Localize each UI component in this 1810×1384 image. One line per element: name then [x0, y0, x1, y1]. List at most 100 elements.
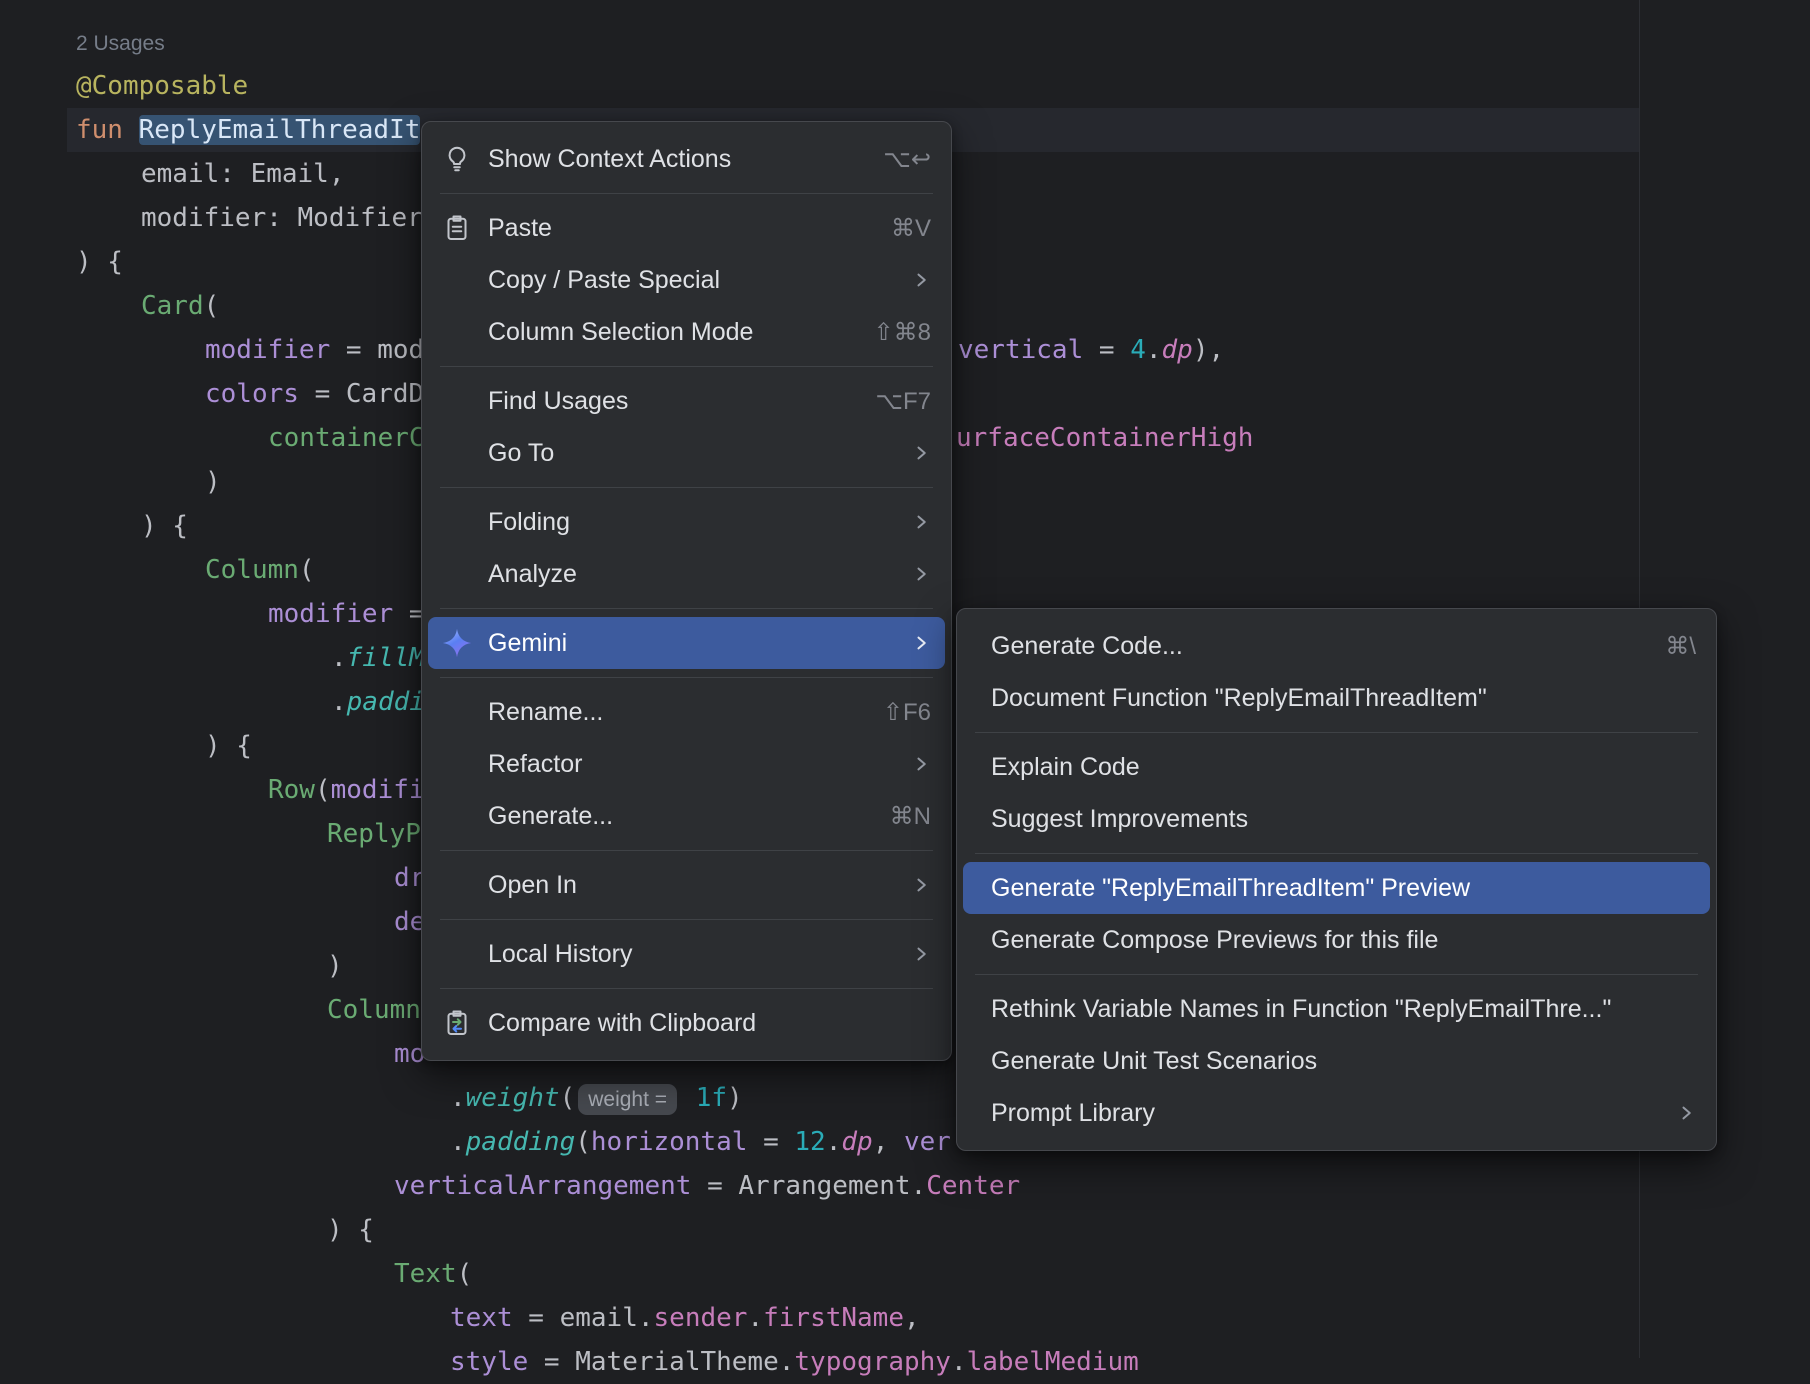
menu-item-gemini[interactable]: Gemini	[428, 617, 945, 669]
editor-context-menu: Show Context Actions⌥↩ Paste⌘VCopy / Past…	[421, 121, 952, 1061]
menu-item-label: Prompt Library	[991, 1099, 1646, 1128]
menu-item-compare-with-clipboard[interactable]: Compare with Clipboard	[428, 997, 945, 1049]
menu-item-label: Compare with Clipboard	[488, 1009, 931, 1038]
code-token: ) {	[76, 247, 123, 277]
code-line: )	[327, 944, 343, 988]
code-token: firstName	[763, 1303, 904, 1333]
menu-item-generate-unit-test-scenarios[interactable]: Generate Unit Test Scenarios	[963, 1035, 1710, 1087]
menu-item-label: Refactor	[488, 750, 881, 779]
code-token: ) {	[327, 1215, 374, 1245]
menu-item-rename[interactable]: Rename...⇧F6	[428, 686, 945, 738]
code-token: =	[747, 1127, 794, 1157]
code-token: =	[1083, 335, 1130, 365]
submenu-chevron-icon	[911, 944, 931, 964]
code-token: )	[205, 467, 221, 497]
code-token: mod	[377, 335, 424, 365]
menu-item-label: Gemini	[488, 629, 881, 658]
submenu-chevron-icon	[911, 875, 931, 895]
code-token: .	[826, 1127, 842, 1157]
menu-item-show-context-actions[interactable]: Show Context Actions⌥↩	[428, 133, 945, 185]
menu-item-open-in[interactable]: Open In	[428, 859, 945, 911]
menu-separator	[440, 850, 933, 851]
code-line: verticalArrangement = Arrangement.Center	[394, 1164, 1020, 1208]
shortcut-label: ⌥↩	[883, 145, 931, 174]
menu-separator	[440, 608, 933, 609]
menu-item-folding[interactable]: Folding	[428, 496, 945, 548]
shortcut-label: ⌥F7	[875, 387, 931, 416]
menu-separator	[440, 193, 933, 194]
gemini-icon	[440, 626, 474, 660]
shortcut-label: ⌘\	[1665, 632, 1696, 661]
code-token: sender	[654, 1303, 748, 1333]
menu-item-find-usages[interactable]: Find Usages ⌥F7	[428, 375, 945, 427]
menu-item-suggest-improvements[interactable]: Suggest Improvements	[963, 793, 1710, 845]
shortcut-label: ⌘N	[890, 802, 931, 831]
code-token: .	[911, 1171, 927, 1201]
menu-item-refactor[interactable]: Refactor	[428, 738, 945, 790]
code-token: modifi	[331, 775, 425, 805]
menu-item-rethink-variable-names-in-function-replyemailthre[interactable]: Rethink Variable Names in Function "Repl…	[963, 983, 1710, 1035]
code-token: paddi	[347, 687, 425, 717]
icon-spacer	[440, 315, 474, 349]
code-token: =	[691, 1171, 738, 1201]
code-line: .weight(weight = 1f)	[450, 1076, 743, 1120]
icon-spacer	[440, 436, 474, 470]
code-line: .paddi	[331, 680, 425, 724]
code-line: ) {	[205, 724, 252, 768]
code-token: )	[727, 1083, 743, 1113]
submenu-chevron-icon	[911, 270, 931, 290]
menu-item-generate[interactable]: Generate...⌘N	[428, 790, 945, 842]
menu-item-local-history[interactable]: Local History	[428, 928, 945, 980]
code-token: =	[393, 599, 424, 629]
icon-spacer	[440, 557, 474, 591]
code-line: ) {	[76, 240, 123, 284]
code-token: typography	[794, 1347, 951, 1377]
submenu-chevron-icon	[911, 633, 931, 653]
menu-item-document-function-replyemailthreaditem[interactable]: Document Function "ReplyEmailThreadItem"	[963, 672, 1710, 724]
icon-spacer	[440, 747, 474, 781]
menu-item-label: Find Usages	[488, 387, 845, 416]
menu-item-explain-code[interactable]: Explain Code	[963, 741, 1710, 793]
code-line: vertical = 4.dp),	[958, 328, 1224, 372]
menu-item-copy-paste-special[interactable]: Copy / Paste Special	[428, 254, 945, 306]
code-token: modifier: Modifier	[141, 203, 423, 233]
code-line: email: Email,	[141, 152, 345, 196]
code-token: MaterialTheme	[575, 1347, 779, 1377]
code-token: Row	[268, 775, 315, 805]
code-line: ) {	[141, 504, 188, 548]
menu-item-generate-replyemailthreaditem-preview[interactable]: Generate "ReplyEmailThreadItem" Preview	[963, 862, 1710, 914]
code-token: email: Email,	[141, 159, 345, 189]
menu-item-label: Local History	[488, 940, 881, 969]
code-token: =	[513, 1303, 560, 1333]
menu-separator	[440, 487, 933, 488]
code-token: Arrangement	[738, 1171, 910, 1201]
icon-spacer	[440, 868, 474, 902]
icon-spacer	[440, 384, 474, 418]
menu-item-column-selection-mode[interactable]: Column Selection Mode⇧⌘8	[428, 306, 945, 358]
menu-item-prompt-library[interactable]: Prompt Library	[963, 1087, 1710, 1139]
code-token: containerC	[268, 423, 425, 453]
code-token: Column	[205, 555, 299, 585]
code-token: Text	[394, 1259, 457, 1289]
code-line: text = email.sender.firstName,	[450, 1296, 920, 1340]
code-line: modifier = mod	[205, 328, 424, 372]
code-token: 4	[1130, 335, 1146, 365]
code-token: .	[450, 1127, 466, 1157]
menu-item-label: Suggest Improvements	[991, 805, 1696, 834]
menu-item-analyze[interactable]: Analyze	[428, 548, 945, 600]
code-token: (	[299, 555, 315, 585]
icon-spacer	[440, 937, 474, 971]
menu-item-label: Rethink Variable Names in Function "Repl…	[991, 995, 1696, 1024]
code-token: ReplyP	[327, 819, 421, 849]
menu-separator	[975, 974, 1698, 975]
code-line: ) {	[327, 1208, 374, 1252]
menu-item-label: Analyze	[488, 560, 881, 589]
code-line: ReplyP	[327, 812, 421, 856]
menu-item-generate-code[interactable]: Generate Code...⌘\	[963, 620, 1710, 672]
menu-item-paste[interactable]: Paste⌘V	[428, 202, 945, 254]
menu-item-label: Document Function "ReplyEmailThreadItem"	[991, 684, 1696, 713]
icon-spacer	[440, 263, 474, 297]
menu-item-go-to[interactable]: Go To	[428, 427, 945, 479]
code-token: =	[299, 379, 346, 409]
menu-item-generate-compose-previews-for-this-file[interactable]: Generate Compose Previews for this file	[963, 914, 1710, 966]
